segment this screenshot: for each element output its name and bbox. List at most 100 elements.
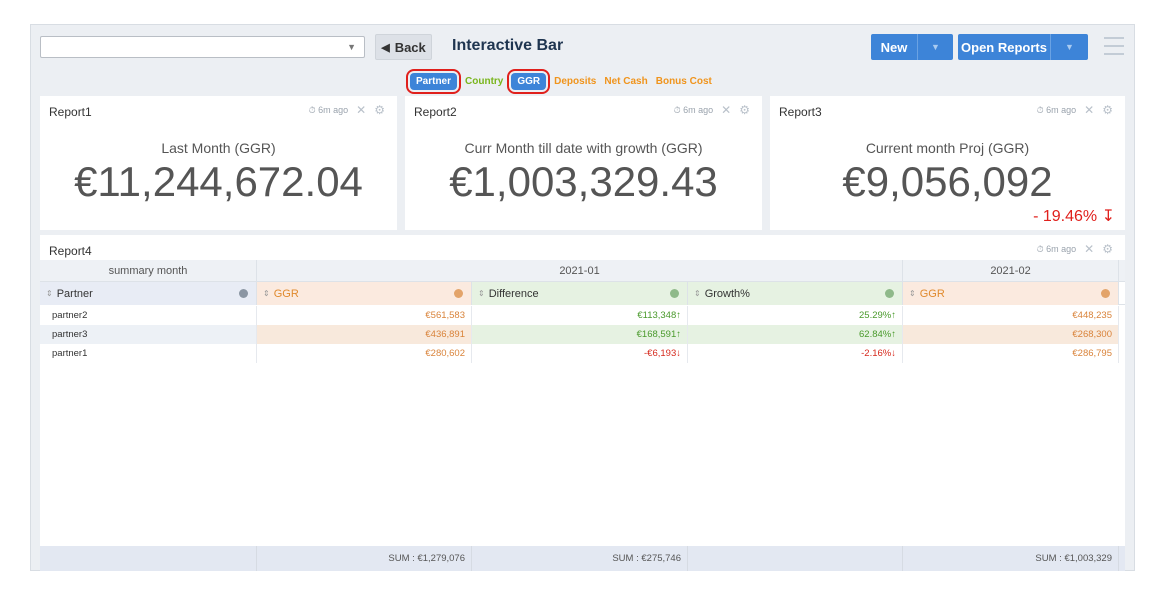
cell-value: 62.84% [859, 329, 892, 340]
column-header-growth[interactable]: ⇕ Growth% [688, 282, 903, 305]
open-reports-split-button: Open Reports ▼ [958, 34, 1088, 60]
column-header-difference[interactable]: ⇕ Difference [472, 282, 688, 305]
tag-ggr[interactable]: GGR [507, 68, 551, 94]
card-title: Report2 [414, 105, 457, 119]
card-meta: ⏱ 6m ago ✕ ⚙ [1037, 242, 1113, 256]
cell-ggr-2021-02: €268,300 [903, 325, 1119, 344]
cell-ggr-2021-02: €286,795 [903, 344, 1119, 363]
column-header-ggr[interactable]: ⇕ GGR [257, 282, 472, 305]
refresh-time-label: 6m ago [683, 104, 714, 115]
refresh-time: ⏱ 6m ago [674, 105, 714, 116]
group-header-row: summary month 2021-01 2021-02 [40, 260, 1125, 282]
summary-row: SUM : €1,279,076 SUM : €275,746 SUM : €1… [40, 546, 1125, 571]
kpi-label: Curr Month till date with growth (GGR) [464, 140, 703, 156]
column-menu-icon[interactable] [885, 289, 894, 298]
table-row[interactable]: partner1 €280,602 -€6,193 ↓ -2.16% ↓ €286,… [40, 344, 1125, 363]
arrow-up-icon: ↑ [676, 310, 681, 321]
report-select[interactable]: ▼ [40, 36, 365, 58]
cell-growth: 25.29% ↑ [688, 306, 903, 325]
gear-icon[interactable]: ⚙ [1102, 103, 1113, 117]
open-reports-dropdown-toggle[interactable]: ▼ [1050, 34, 1088, 60]
cell-partner: partner1 [40, 344, 257, 363]
cell-ggr: €561,583 [257, 306, 472, 325]
gear-icon[interactable]: ⚙ [1102, 242, 1113, 256]
report-card-4: Report4 ⏱ 6m ago ✕ ⚙ summary month 2021-… [40, 235, 1125, 571]
expand-icon[interactable]: ✕ [1084, 242, 1094, 256]
expand-icon[interactable]: ✕ [356, 103, 366, 117]
chevron-down-icon: ▼ [347, 42, 356, 52]
column-header-label: Growth% [704, 287, 750, 300]
chevron-down-icon: ▼ [931, 42, 940, 52]
table-row[interactable]: partner3 €436,891 €168,591 ↑ 62.84% ↑ €268… [40, 325, 1125, 344]
refresh-time: ⏱ 6m ago [309, 105, 349, 116]
cell-value: -2.16% [861, 348, 892, 359]
expand-icon[interactable]: ✕ [721, 103, 731, 117]
refresh-time: ⏱ 6m ago [1037, 244, 1077, 255]
cell-value: 25.29% [859, 310, 892, 321]
refresh-time-label: 6m ago [1046, 243, 1077, 254]
clock-icon: ⏱ [1036, 243, 1044, 254]
arrow-up-icon: ↑ [891, 329, 896, 340]
page-title: Interactive Bar [452, 37, 564, 54]
new-split-button: New ▼ [871, 34, 953, 60]
caret-left-icon: ◀ [381, 41, 390, 54]
clock-icon: ⏱ [308, 104, 316, 115]
tag-bonus-cost[interactable]: Bonus Cost [656, 76, 712, 87]
arrow-down-icon: ↧ [1101, 208, 1115, 225]
cell-value: -€6,193 [644, 348, 677, 359]
sort-icon: ⇕ [694, 289, 701, 298]
cell-value: €168,591 [636, 329, 677, 340]
new-dropdown-toggle[interactable]: ▼ [917, 34, 953, 60]
card-title: Report1 [49, 105, 92, 119]
hamburger-menu-icon[interactable] [1104, 37, 1124, 55]
summary-month-header: summary month [40, 260, 257, 282]
kpi-value: €1,003,329.43 [449, 158, 718, 205]
card-meta: ⏱ 6m ago ✕ ⚙ [674, 103, 750, 117]
clock-icon: ⏱ [673, 104, 681, 115]
arrow-down-icon: ↓ [676, 348, 681, 359]
column-menu-icon[interactable] [1101, 289, 1110, 298]
tag-country[interactable]: Country [465, 76, 503, 87]
gear-icon[interactable]: ⚙ [374, 103, 385, 117]
new-button[interactable]: New [871, 34, 917, 60]
column-header-ggr-2021-02[interactable]: ⇕ GGR [903, 282, 1119, 305]
tag-partner[interactable]: Partner [405, 68, 462, 94]
cell-ggr-2021-02: €448,235 [903, 306, 1119, 325]
sort-icon: ⇕ [909, 289, 916, 298]
back-button-label: Back [394, 39, 426, 55]
sum-cell-ggr-2021-02: SUM : €1,003,329 [903, 546, 1119, 571]
gear-icon[interactable]: ⚙ [739, 103, 750, 117]
sort-icon: ⇕ [263, 289, 270, 298]
kpi-value: €9,056,092 [842, 158, 1053, 205]
top-toolbar: ▼ ◀ Back Interactive Bar New ▼ Open Repo… [31, 25, 1134, 69]
column-header-partner[interactable]: ⇕ Partner [40, 282, 257, 305]
open-reports-button[interactable]: Open Reports [958, 34, 1050, 60]
sum-cell-ggr: SUM : €1,279,076 [257, 546, 472, 571]
kpi-label: Current month Proj (GGR) [865, 140, 1030, 156]
column-header-label: Partner [56, 287, 93, 300]
tag-deposits[interactable]: Deposits [554, 76, 596, 87]
expand-icon[interactable]: ✕ [1084, 103, 1094, 117]
cell-growth: 62.84% ↑ [688, 325, 903, 344]
cell-value: €113,348 [637, 310, 677, 321]
cell-difference: €168,591 ↑ [472, 325, 688, 344]
tag-net-cash[interactable]: Net Cash [604, 76, 647, 87]
column-menu-icon[interactable] [239, 289, 248, 298]
arrow-down-icon: ↓ [891, 348, 896, 359]
arrow-up-icon: ↑ [676, 329, 681, 340]
arrow-up-icon: ↑ [891, 310, 896, 321]
back-button[interactable]: ◀ Back [375, 34, 432, 60]
pivot-table: summary month 2021-01 2021-02 ⇕ Partner ⇕… [40, 260, 1125, 571]
cell-growth: -2.16% ↓ [688, 344, 903, 363]
column-menu-icon[interactable] [670, 289, 679, 298]
kpi-value: €11,244,672.04 [74, 158, 363, 205]
cell-partner: partner2 [40, 306, 257, 325]
column-menu-icon[interactable] [454, 289, 463, 298]
clock-icon: ⏱ [1036, 104, 1044, 115]
column-header-row: ⇕ Partner ⇕ GGR ⇕ Difference ⇕ Growth% ⇕ GGR [40, 282, 1125, 305]
sort-icon: ⇕ [46, 289, 53, 298]
card-meta: ⏱ 6m ago ✕ ⚙ [309, 103, 385, 117]
cell-ggr: €280,602 [257, 344, 472, 363]
table-row[interactable]: partner2 €561,583 €113,348 ↑ 25.29% ↑ €448… [40, 306, 1125, 325]
refresh-time: ⏱ 6m ago [1037, 105, 1077, 116]
